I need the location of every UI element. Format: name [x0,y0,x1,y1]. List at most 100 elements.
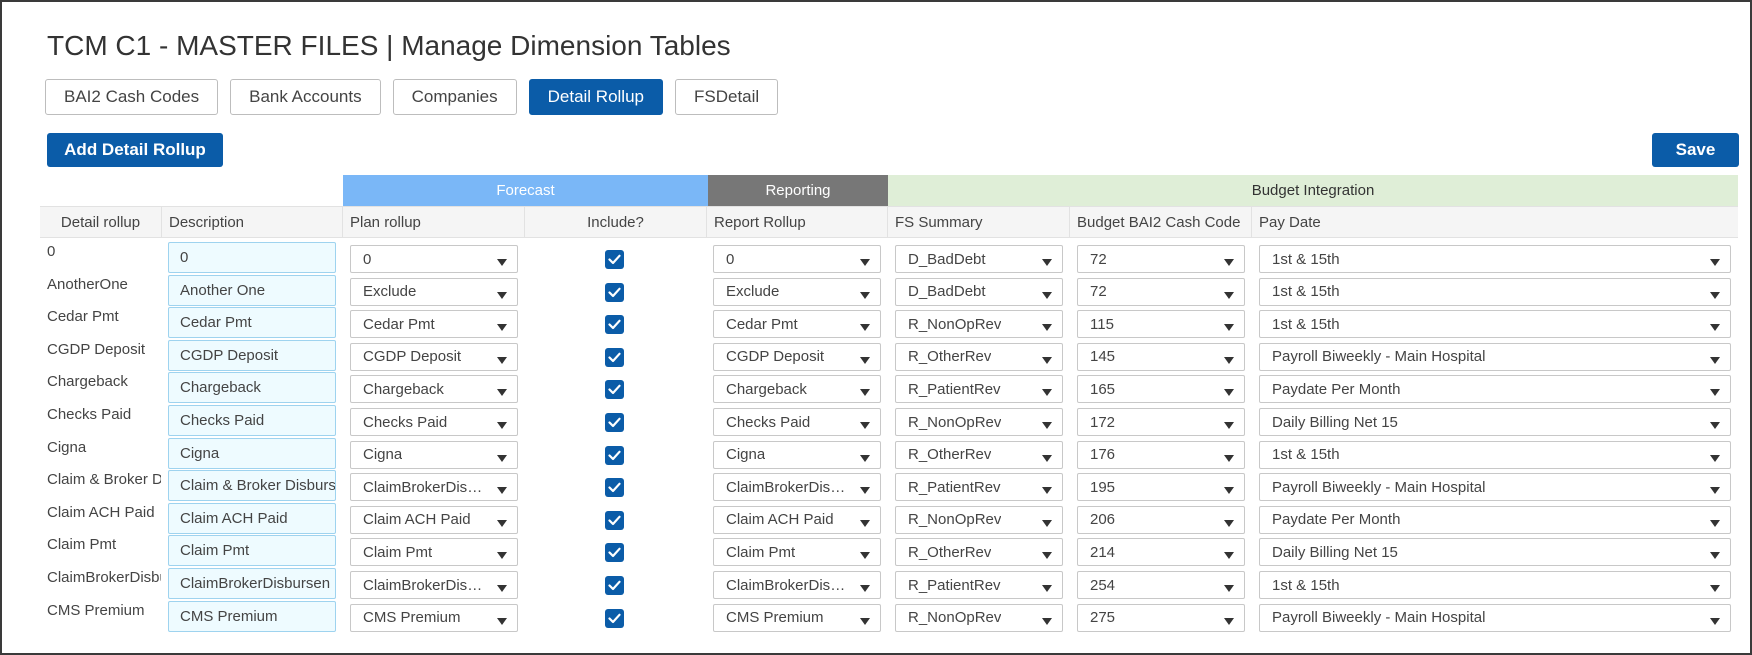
include-checkbox[interactable] [605,510,624,530]
pay-date-select[interactable]: Payroll Biweekly - Main Hospital [1259,342,1731,371]
pay-date-select[interactable]: 1st & 15th [1259,571,1731,599]
include-checkbox[interactable] [605,608,624,628]
budget-bai2-cash-code-select[interactable]: 214 [1077,538,1245,567]
tab-bai2-cash-codes[interactable]: BAI2 Cash Codes [45,79,219,115]
description-input[interactable]: Claim ACH Paid [168,502,336,534]
fs-summary-select[interactable]: D_BadDebt [895,277,1063,306]
report-rollup-select[interactable]: CMS Premium [713,603,881,632]
fs-summary-select[interactable]: R_OtherRev [895,538,1063,567]
tab-companies[interactable]: Companies [392,79,517,115]
report-rollup-select[interactable]: ClaimBrokerDisb... [713,473,881,502]
column-header-report-rollup[interactable]: Report Rollup [707,207,888,237]
column-header-fs-summary[interactable]: FS Summary [888,207,1070,237]
column-header-budget-bai2-cash-code[interactable]: Budget BAI2 Cash Code [1070,207,1252,237]
report-rollup-select[interactable]: Cedar Pmt [713,310,881,339]
save-button[interactable]: Save [1652,133,1739,167]
pay-date-select[interactable]: Daily Billing Net 15 [1259,538,1731,567]
plan-rollup-select[interactable]: ClaimBrokerDisb... [350,473,518,502]
column-header-include[interactable]: Include? [525,207,707,237]
plan-rollup-select[interactable]: CMS Premium [350,603,518,632]
tab-bank-accounts[interactable]: Bank Accounts [230,79,381,115]
tab-fsdetail[interactable]: FSDetail [675,79,779,115]
plan-rollup-select[interactable]: Claim ACH Paid [350,505,518,534]
include-checkbox[interactable] [605,543,624,563]
budget-bai2-cash-code-select[interactable]: 115 [1077,310,1245,339]
description-input[interactable]: 0 [168,242,336,273]
report-rollup-select[interactable]: 0 [713,245,881,273]
pay-date-select[interactable]: 1st & 15th [1259,245,1731,273]
pay-date-select[interactable]: 1st & 15th [1259,440,1731,469]
include-checkbox[interactable] [605,413,624,432]
report-rollup-select[interactable]: Claim Pmt [713,538,881,567]
report-rollup-select[interactable]: Checks Paid [713,408,881,436]
plan-rollup-select[interactable]: Claim Pmt [350,538,518,567]
report-rollup-select[interactable]: CGDP Deposit [713,342,881,371]
plan-rollup-select[interactable]: Chargeback [350,375,518,404]
tab-detail-rollup[interactable]: Detail Rollup [528,79,663,115]
budget-bai2-cash-code-select[interactable]: 145 [1077,342,1245,371]
description-input[interactable]: CGDP Deposit [168,339,336,371]
budget-bai2-cash-code-select[interactable]: 275 [1077,603,1245,632]
fs-summary-select[interactable]: R_NonOpRev [895,310,1063,339]
report-rollup-select[interactable]: ClaimBrokerDisb... [713,571,881,599]
report-rollup-select[interactable]: Cigna [713,440,881,469]
include-checkbox[interactable] [605,347,624,367]
column-header-detail-rollup[interactable]: Detail rollup [40,207,162,237]
pay-date-select[interactable]: Daily Billing Net 15 [1259,408,1731,436]
fs-summary-select[interactable]: D_BadDebt [895,245,1063,273]
budget-bai2-cash-code-select[interactable]: 176 [1077,440,1245,469]
description-input[interactable]: Claim & Broker Disburs [168,470,336,502]
description-input[interactable]: Chargeback [168,372,336,404]
include-checkbox[interactable] [605,576,624,595]
plan-rollup-select[interactable]: Checks Paid [350,408,518,436]
plan-rollup-select[interactable]: Cedar Pmt [350,310,518,339]
budget-bai2-cash-code-select[interactable]: 206 [1077,505,1245,534]
description-input[interactable]: Another One [168,274,336,306]
pay-date-select[interactable]: Payroll Biweekly - Main Hospital [1259,603,1731,632]
description-input[interactable]: CMS Premium [168,600,336,632]
fs-summary-select[interactable]: R_NonOpRev [895,603,1063,632]
plan-rollup-select[interactable]: 0 [350,245,518,273]
report-rollup-select[interactable]: Claim ACH Paid [713,505,881,534]
fs-summary-select[interactable]: R_PatientRev [895,375,1063,404]
fs-summary-select[interactable]: R_OtherRev [895,440,1063,469]
budget-bai2-cash-code-select[interactable]: 165 [1077,375,1245,404]
description-input[interactable]: Cigna [168,437,336,469]
plan-rollup-select[interactable]: Cigna [350,440,518,469]
include-checkbox[interactable] [605,282,624,302]
description-input[interactable]: Checks Paid [168,405,336,436]
plan-rollup-select[interactable]: Exclude [350,277,518,306]
include-checkbox[interactable] [605,445,624,465]
budget-bai2-cash-code-select[interactable]: 172 [1077,408,1245,436]
budget-bai2-cash-code-select[interactable]: 72 [1077,245,1245,273]
add-detail-rollup-button[interactable]: Add Detail Rollup [47,133,223,167]
budget-bai2-cash-code-select[interactable]: 254 [1077,571,1245,599]
fs-summary-select[interactable]: R_PatientRev [895,571,1063,599]
pay-date-select[interactable]: Paydate Per Month [1259,375,1731,404]
report-rollup-value: Cigna [726,446,766,464]
column-header-plan-rollup[interactable]: Plan rollup [343,207,525,237]
fs-summary-select[interactable]: R_NonOpRev [895,408,1063,436]
plan-rollup-select[interactable]: CGDP Deposit [350,342,518,371]
fs-summary-select[interactable]: R_OtherRev [895,342,1063,371]
description-input[interactable]: Cedar Pmt [168,307,336,339]
pay-date-select[interactable]: Paydate Per Month [1259,505,1731,534]
include-checkbox[interactable] [605,380,624,400]
budget-bai2-cash-code-select[interactable]: 195 [1077,473,1245,502]
fs-summary-select[interactable]: R_NonOpRev [895,505,1063,534]
report-rollup-select[interactable]: Chargeback [713,375,881,404]
pay-date-select[interactable]: 1st & 15th [1259,310,1731,339]
column-header-description[interactable]: Description [162,207,343,237]
include-checkbox[interactable] [605,478,624,498]
budget-bai2-cash-code-select[interactable]: 72 [1077,277,1245,306]
description-input[interactable]: ClaimBrokerDisbursen [168,568,336,599]
pay-date-select[interactable]: Payroll Biweekly - Main Hospital [1259,473,1731,502]
include-checkbox[interactable] [605,250,624,269]
column-header-pay-date[interactable]: Pay Date [1252,207,1738,237]
report-rollup-select[interactable]: Exclude [713,277,881,306]
pay-date-select[interactable]: 1st & 15th [1259,277,1731,306]
description-input[interactable]: Claim Pmt [168,535,336,567]
plan-rollup-select[interactable]: ClaimBrokerDisb... [350,571,518,599]
fs-summary-select[interactable]: R_PatientRev [895,473,1063,502]
include-checkbox[interactable] [605,315,624,335]
